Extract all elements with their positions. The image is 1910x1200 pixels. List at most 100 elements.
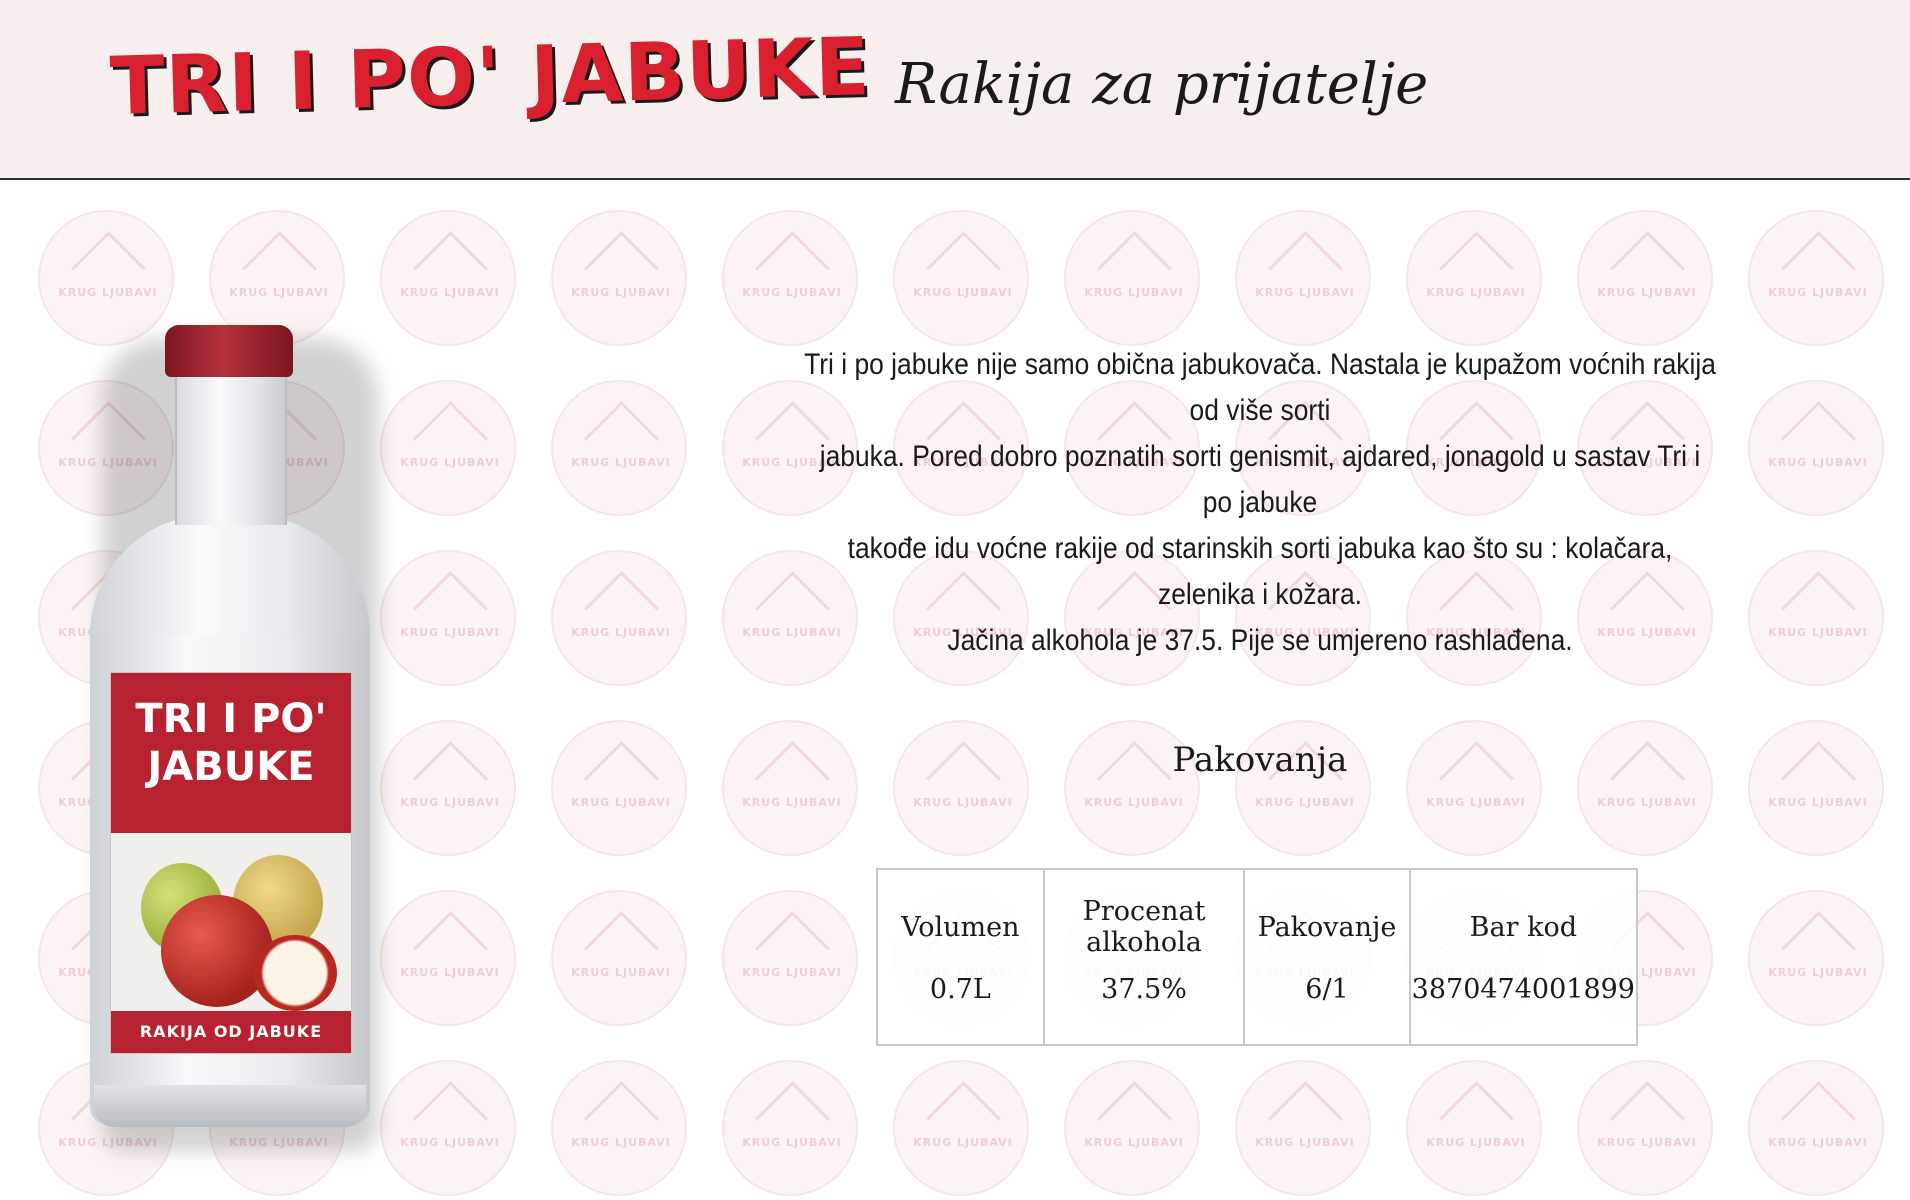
bottle-neck: [175, 375, 287, 525]
watermark-text: KRUG LJUBAVI: [400, 796, 500, 809]
watermark-logo: KRUG LJUBAVI: [551, 890, 687, 1026]
description-line: jabuka. Pored dobro poznatih sorti genis…: [819, 440, 1701, 519]
red-apple-icon: [161, 895, 273, 1007]
watermark-logo: KRUG LJUBAVI: [1748, 210, 1884, 346]
watermark-text: KRUG LJUBAVI: [1768, 286, 1868, 299]
watermark-text: KRUG LJUBAVI: [400, 966, 500, 979]
watermark-text: KRUG LJUBAVI: [742, 1136, 842, 1149]
packaging-title: Pakovanja: [1172, 740, 1348, 780]
watermark-logo: KRUG LJUBAVI: [1064, 1060, 1200, 1196]
header-alcohol-percent: Procenat alkohola: [1042, 869, 1246, 959]
watermark-logo: KRUG LJUBAVI: [380, 210, 516, 346]
watermark-logo: KRUG LJUBAVI: [1235, 210, 1371, 346]
watermark-logo: KRUG LJUBAVI: [722, 720, 858, 856]
watermark-text: KRUG LJUBAVI: [1084, 1136, 1184, 1149]
header-barcode: Bar kod: [1408, 869, 1639, 959]
bottle-label: TRI I PO' JABUKE RAKIJA OD JABUKE: [110, 672, 352, 1054]
description-line: takođe idu voćne rakije od starinskih so…: [847, 532, 1673, 611]
watermark-text: KRUG LJUBAVI: [400, 1136, 500, 1149]
watermark-text: KRUG LJUBAVI: [742, 796, 842, 809]
watermark-logo: KRUG LJUBAVI: [893, 720, 1029, 856]
watermark-logo: KRUG LJUBAVI: [1577, 210, 1713, 346]
watermark-logo: KRUG LJUBAVI: [1577, 1060, 1713, 1196]
watermark-logo: KRUG LJUBAVI: [1406, 1060, 1542, 1196]
watermark-text: KRUG LJUBAVI: [913, 1136, 1013, 1149]
watermark-logo: KRUG LJUBAVI: [722, 210, 858, 346]
watermark-logo: KRUG LJUBAVI: [1406, 210, 1542, 346]
watermark-text: KRUG LJUBAVI: [400, 626, 500, 639]
bottle-base: [94, 1085, 366, 1127]
watermark-logo: KRUG LJUBAVI: [1064, 210, 1200, 346]
watermark-text: KRUG LJUBAVI: [571, 456, 671, 469]
watermark-logo: KRUG LJUBAVI: [893, 1060, 1029, 1196]
watermark-logo: KRUG LJUBAVI: [551, 550, 687, 686]
watermark-text: KRUG LJUBAVI: [913, 286, 1013, 299]
table-header-row: Volumen Procenat alkohola Pakovanje Bar …: [876, 869, 1639, 959]
watermark-text: KRUG LJUBAVI: [1768, 1136, 1868, 1149]
watermark-text: KRUG LJUBAVI: [1597, 796, 1697, 809]
watermark-text: KRUG LJUBAVI: [1768, 796, 1868, 809]
bottle-cap: [165, 325, 293, 377]
watermark-text: KRUG LJUBAVI: [742, 966, 842, 979]
page-header: TRI I PO' JABUKE Rakija za prijatelje: [0, 0, 1910, 180]
product-bottle-image: TRI I PO' JABUKE RAKIJA OD JABUKE: [80, 325, 380, 1155]
watermark-logo: KRUG LJUBAVI: [1748, 890, 1884, 1026]
header-packaging: Pakovanje: [1243, 869, 1411, 959]
watermark-text: KRUG LJUBAVI: [571, 1136, 671, 1149]
watermark-logo: KRUG LJUBAVI: [380, 380, 516, 516]
table-row: 0.7L 37.5% 6/1 3870474001899: [876, 959, 1639, 1045]
cell-barcode: 3870474001899: [1408, 959, 1639, 1045]
watermark-text: KRUG LJUBAVI: [742, 286, 842, 299]
watermark-text: KRUG LJUBAVI: [571, 796, 671, 809]
watermark-text: KRUG LJUBAVI: [1255, 1136, 1355, 1149]
watermark-logo: KRUG LJUBAVI: [1235, 1060, 1371, 1196]
watermark-text: KRUG LJUBAVI: [1255, 286, 1355, 299]
cell-volume: 0.7L: [876, 959, 1045, 1045]
watermark-text: KRUG LJUBAVI: [1597, 1136, 1697, 1149]
watermark-logo: KRUG LJUBAVI: [893, 210, 1029, 346]
watermark-logo: KRUG LJUBAVI: [551, 1060, 687, 1196]
header-volume: Volumen: [876, 869, 1045, 959]
watermark-text: KRUG LJUBAVI: [1768, 966, 1868, 979]
apple-slice-icon: [253, 935, 337, 1011]
watermark-text: KRUG LJUBAVI: [1426, 286, 1526, 299]
watermark-logo: KRUG LJUBAVI: [551, 720, 687, 856]
description-line: Tri i po jabuke nije samo obična jabukov…: [804, 348, 1716, 427]
watermark-text: KRUG LJUBAVI: [1426, 796, 1526, 809]
watermark-logo: KRUG LJUBAVI: [380, 720, 516, 856]
product-description: Tri i po jabuke nije samo obična jabukov…: [802, 342, 1717, 664]
watermark-text: KRUG LJUBAVI: [400, 286, 500, 299]
watermark-logo: KRUG LJUBAVI: [551, 380, 687, 516]
watermark-logo: KRUG LJUBAVI: [380, 890, 516, 1026]
watermark-text: KRUG LJUBAVI: [571, 286, 671, 299]
watermark-logo: KRUG LJUBAVI: [1748, 380, 1884, 516]
watermark-text: KRUG LJUBAVI: [400, 456, 500, 469]
watermark-text: KRUG LJUBAVI: [1084, 286, 1184, 299]
watermark-logo: KRUG LJUBAVI: [380, 1060, 516, 1196]
label-subtitle: RAKIJA OD JABUKE: [139, 1022, 323, 1041]
watermark-text: KRUG LJUBAVI: [1426, 1136, 1526, 1149]
watermark-logo: KRUG LJUBAVI: [1748, 1060, 1884, 1196]
watermark-text: KRUG LJUBAVI: [1768, 456, 1868, 469]
watermark-logo: KRUG LJUBAVI: [722, 890, 858, 1026]
watermark-logo: KRUG LJUBAVI: [380, 550, 516, 686]
label-name-line1: TRI I PO': [135, 696, 327, 742]
cell-alcohol-percent: 37.5%: [1042, 959, 1246, 1045]
cell-packaging: 6/1: [1243, 959, 1411, 1045]
watermark-text: KRUG LJUBAVI: [1255, 796, 1355, 809]
watermark-text: KRUG LJUBAVI: [229, 286, 329, 299]
description-line: Jačina alkohola je 37.5. Pije se umjeren…: [947, 624, 1573, 657]
label-name-line2: JABUKE: [147, 744, 315, 790]
label-product-name: TRI I PO' JABUKE: [111, 695, 351, 791]
tagline: Rakija za prijatelje: [895, 52, 1429, 117]
watermark-text: KRUG LJUBAVI: [1768, 626, 1868, 639]
watermark-text: KRUG LJUBAVI: [58, 286, 158, 299]
watermark-text: KRUG LJUBAVI: [913, 796, 1013, 809]
watermark-logo: KRUG LJUBAVI: [722, 1060, 858, 1196]
watermark-text: KRUG LJUBAVI: [571, 966, 671, 979]
brand-title: TRI I PO' JABUKE: [108, 20, 872, 133]
watermark-logo: KRUG LJUBAVI: [1748, 550, 1884, 686]
watermark-logo: KRUG LJUBAVI: [1748, 720, 1884, 856]
watermark-text: KRUG LJUBAVI: [1597, 286, 1697, 299]
watermark-logo: KRUG LJUBAVI: [551, 210, 687, 346]
